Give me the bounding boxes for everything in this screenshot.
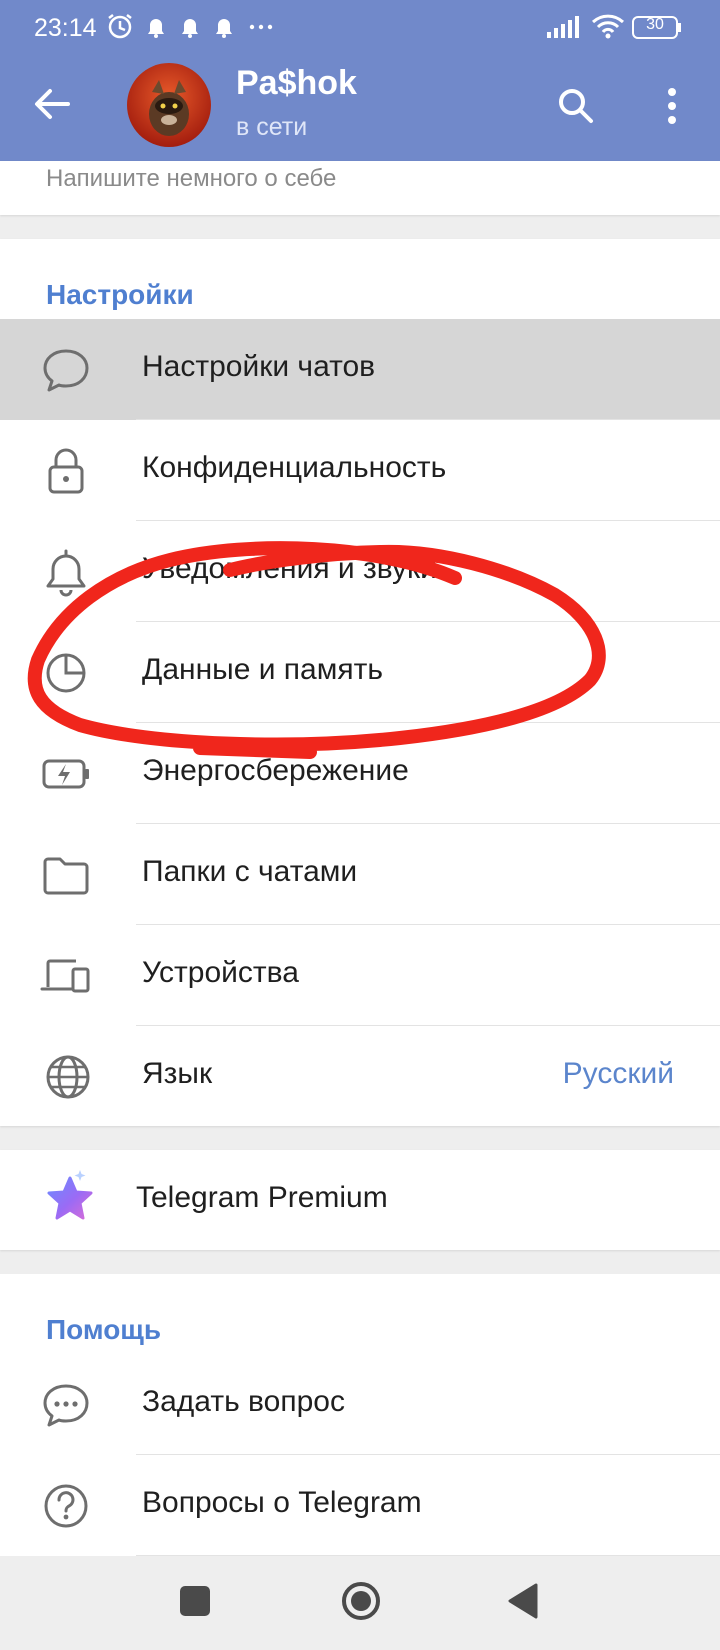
settings-item-label: Папки с чатами	[142, 855, 358, 888]
more-options-icon[interactable]	[660, 86, 684, 126]
settings-item-data-storage[interactable]: Данные и память	[0, 622, 720, 723]
help-item-faq[interactable]: Вопросы о Telegram	[0, 1455, 720, 1556]
settings-section-title: Настройки	[46, 279, 194, 310]
notification-bell-icon	[148, 19, 232, 38]
search-icon[interactable]	[556, 86, 596, 126]
battery-level: 30	[646, 16, 664, 33]
settings-item-devices[interactable]: Устройства	[0, 925, 720, 1026]
profile-name: Pa$hok	[236, 64, 357, 102]
status-time: 23:14	[34, 14, 97, 42]
premium-label: Telegram Premium	[136, 1181, 388, 1214]
help-item-ask-question[interactable]: Задать вопрос	[0, 1354, 720, 1455]
avatar[interactable]	[126, 62, 212, 148]
system-navigation-bar	[0, 1556, 720, 1650]
folder-icon	[43, 857, 89, 895]
recent-apps-button[interactable]	[178, 1584, 212, 1618]
help-section: Помощь Задать вопрос Вопросы о Telegram	[0, 1274, 720, 1556]
ask-question-icon	[43, 1384, 89, 1427]
settings-item-label: Энергосбережение	[142, 754, 409, 787]
settings-item-privacy[interactable]: Конфиденциальность	[0, 420, 720, 521]
settings-item-label: Уведомления и звуки	[142, 552, 437, 585]
settings-item-chat-settings[interactable]: Настройки чатов	[0, 319, 720, 420]
settings-item-language[interactable]: Язык Русский	[0, 1026, 720, 1127]
chat-bubble-icon	[43, 349, 89, 392]
wifi-icon	[591, 14, 625, 34]
premium-section[interactable]: Telegram Premium	[0, 1150, 720, 1250]
help-section-title: Помощь	[46, 1314, 162, 1345]
settings-item-chat-folders[interactable]: Папки с чатами	[0, 824, 720, 925]
faq-icon	[44, 1484, 88, 1528]
premium-star-icon	[47, 1170, 93, 1220]
lock-icon	[48, 448, 84, 494]
more-dots-icon	[249, 24, 273, 30]
battery-bolt-icon	[42, 759, 89, 789]
settings-item-notifications[interactable]: Уведомления и звуки	[0, 521, 720, 622]
settings-item-power-saving[interactable]: Энергосбережение	[0, 723, 720, 824]
help-item-label: Вопросы о Telegram	[142, 1486, 422, 1519]
help-item-label: Задать вопрос	[142, 1385, 345, 1418]
language-value: Русский	[562, 1057, 674, 1090]
bio-hint: Напишите немного о себе	[46, 165, 337, 192]
settings-item-label: Данные и память	[142, 653, 383, 686]
settings-item-label: Устройства	[142, 956, 299, 989]
bell-icon	[46, 549, 86, 597]
globe-icon	[46, 1055, 90, 1099]
pie-chart-icon	[46, 653, 86, 693]
settings-item-label: Конфиденциальность	[142, 451, 447, 484]
status-icons-right	[547, 14, 681, 39]
signal-icon	[547, 16, 579, 38]
home-button[interactable]	[340, 1580, 382, 1622]
settings-item-label: Настройки чатов	[142, 350, 376, 383]
devices-icon	[40, 959, 90, 993]
back-arrow-icon[interactable]	[32, 84, 72, 124]
app-header: 23:14 30 Pa$hok в сети	[0, 0, 720, 161]
bio-section[interactable]: Напишите немного о себе	[0, 161, 720, 215]
settings-section: Настройки Настройки чатов Конфиденциальн…	[0, 239, 720, 1126]
back-button[interactable]	[506, 1582, 540, 1620]
profile-status: в сети	[236, 113, 308, 141]
alarm-icon	[108, 14, 132, 39]
settings-item-label: Язык	[142, 1057, 213, 1090]
status-icons-left	[108, 14, 273, 39]
